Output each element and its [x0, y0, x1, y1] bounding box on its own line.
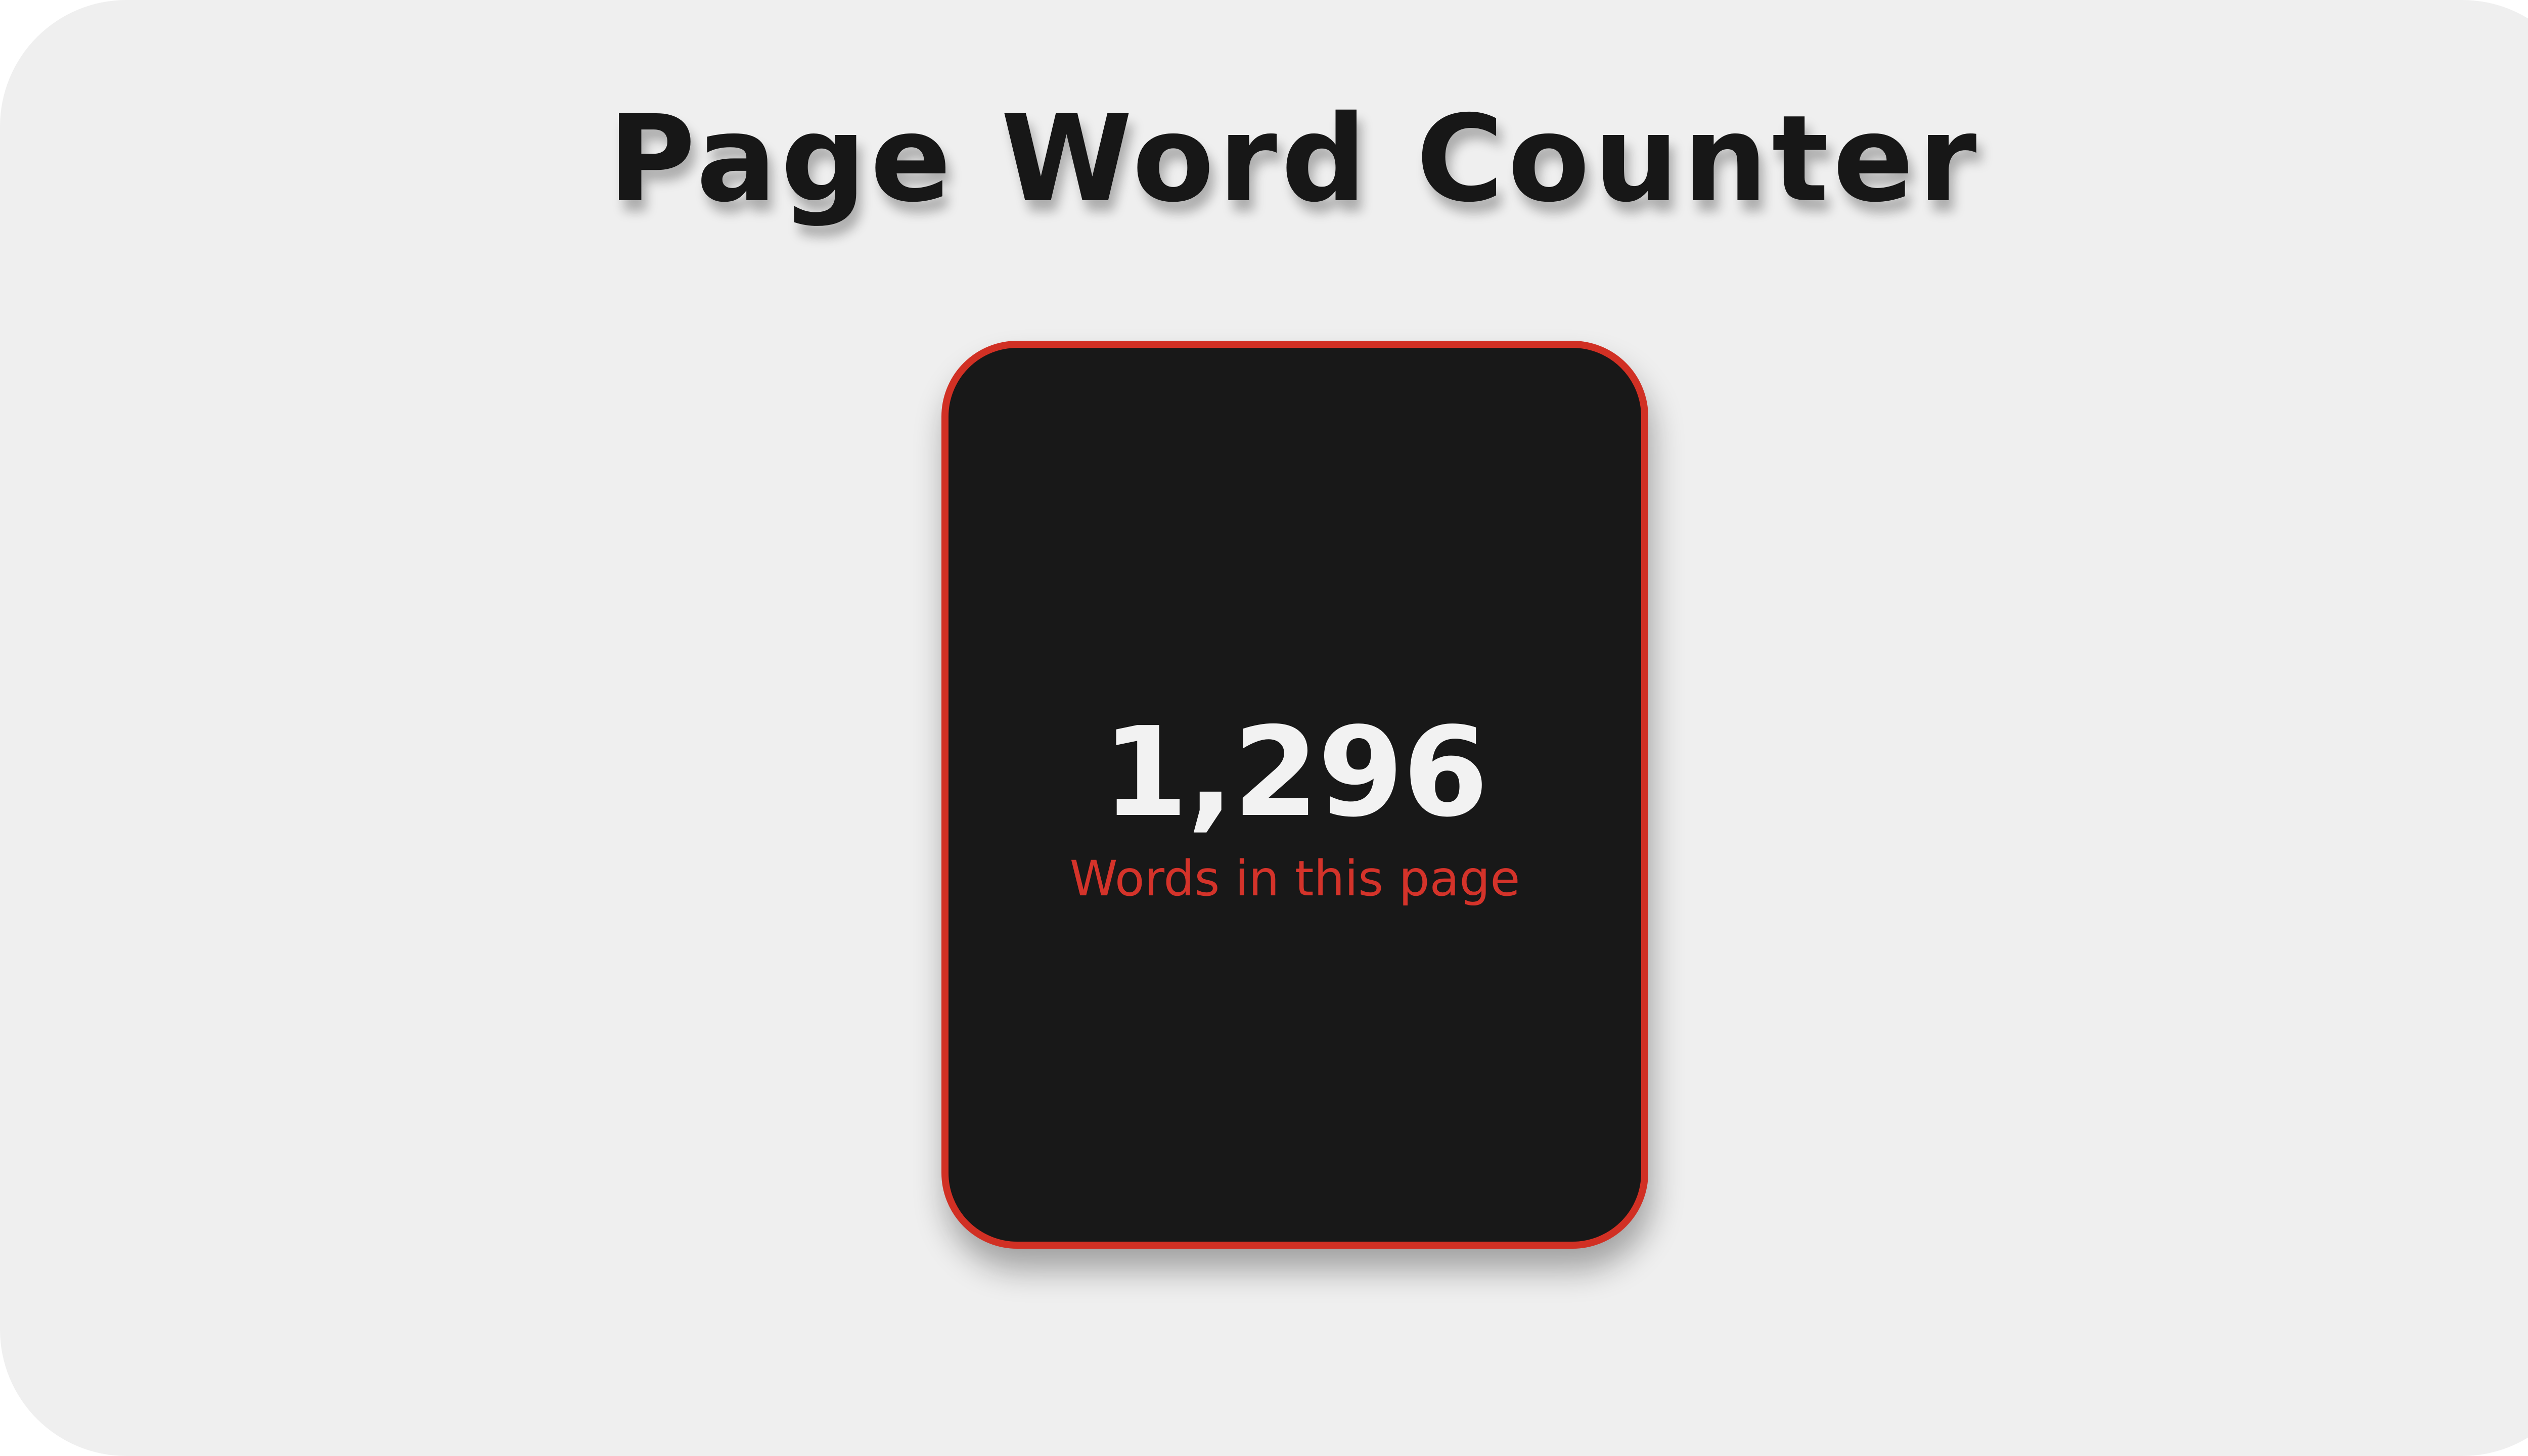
word-count-card: 1,296 Words in this page — [941, 341, 1648, 1249]
page-background: Page Word Counter 1,296 Words in this pa… — [0, 0, 2528, 1456]
word-count-caption: Words in this page — [1069, 850, 1520, 907]
page-title: Page Word Counter — [608, 89, 1981, 229]
word-count-value: 1,296 — [1102, 701, 1488, 844]
